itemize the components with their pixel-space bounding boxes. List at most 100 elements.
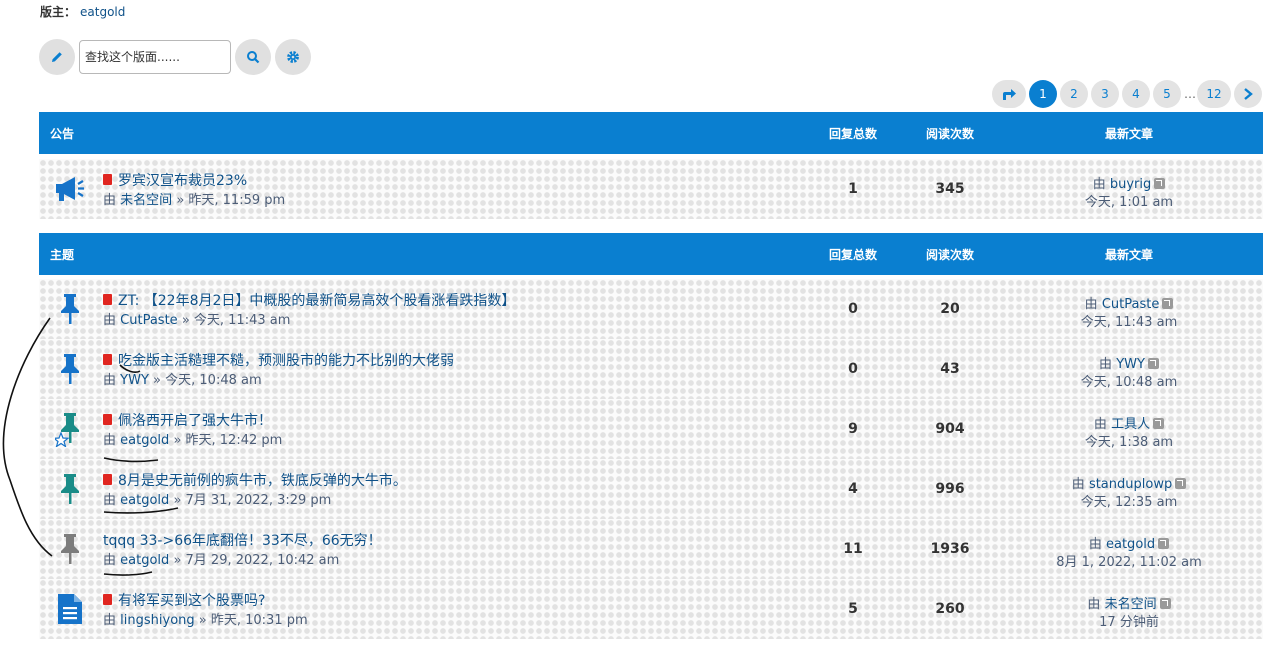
- topic-row[interactable]: 有将军买到这个股票吗? 由 lingshiyong » 昨天, 10:31 pm 5…: [39, 579, 1263, 639]
- page-3[interactable]: 3: [1091, 80, 1119, 108]
- col-replies-header: 回复总数: [828, 126, 877, 141]
- topic-row[interactable]: ZT: 【22年8月2日】中概股的最新简易高效个股看涨看跌指数】由 CutPas…: [39, 279, 1263, 339]
- last-post-time: 8月 1, 2022, 11:02 am: [1056, 555, 1202, 570]
- topic-row[interactable]: 佩洛西开启了强大牛市！由 eatgold » 昨天, 12:42 pm 9 904 由…: [39, 399, 1263, 459]
- by-label: 由: [1084, 297, 1098, 312]
- advanced-search-button[interactable]: [275, 39, 311, 75]
- topic-title-link[interactable]: 罗宾汉宣布裁员23%: [118, 170, 247, 190]
- by-label: 由: [1088, 537, 1102, 552]
- last-post: 由 eatgold 8月 1, 2022, 11:02 am: [1029, 536, 1229, 572]
- goto-last-post-icon[interactable]: [1175, 478, 1187, 489]
- chevron-right-icon: [1244, 88, 1253, 100]
- pdf-icon: [103, 354, 112, 365]
- last-post: 由 YWY 今天, 10:48 am: [1029, 356, 1229, 392]
- search-button[interactable]: [235, 39, 271, 75]
- announcements-section: 公告 回复总数 阅读次数 最新文章 罗宾汉宣布裁员23% 由 未名空间 » 昨天…: [39, 112, 1263, 219]
- search-icon: [247, 51, 260, 64]
- pdf-icon: [103, 594, 112, 605]
- topic-date: » 7月 29, 2022, 10:42 am: [173, 553, 340, 568]
- pdf-icon: [103, 174, 112, 185]
- replies-count: 0: [848, 301, 858, 317]
- page-12[interactable]: 12: [1197, 80, 1231, 108]
- goto-last-post-icon[interactable]: [1158, 538, 1170, 549]
- last-post-author-link[interactable]: eatgold: [1106, 537, 1155, 552]
- topic-author-link[interactable]: lingshiyong: [120, 613, 194, 628]
- goto-last-post-icon[interactable]: [1153, 418, 1165, 429]
- by-label: 由: [103, 313, 117, 328]
- last-post: 由 buyrig 今天, 1:01 am: [1029, 176, 1229, 212]
- topic-author-link[interactable]: eatgold: [120, 493, 169, 508]
- by-label: 由: [1071, 477, 1085, 492]
- replies-count: 9: [848, 421, 858, 437]
- pagination: 1 2 3 4 5 … 12: [992, 80, 1262, 108]
- replies-count: 0: [848, 361, 858, 377]
- topic-title-link[interactable]: ZT: 【22年8月2日】中概股的最新简易高效个股看涨看跌指数】: [118, 290, 515, 310]
- page-4[interactable]: 4: [1122, 80, 1150, 108]
- col-views-header: 阅读次数: [925, 126, 974, 141]
- last-post-time: 今天, 12:35 am: [1080, 495, 1178, 510]
- by-label: 由: [103, 193, 117, 208]
- topic-row[interactable]: 8月是史无前例的疯牛市，铁底反弹的大牛市。由 eatgold » 7月 31, …: [39, 459, 1263, 519]
- topic-date: » 今天, 10:48 am: [153, 373, 262, 388]
- topic-author-link[interactable]: eatgold: [120, 433, 169, 448]
- pin-blue-icon: [53, 351, 87, 387]
- search-input[interactable]: [79, 40, 231, 74]
- last-post: 由 standuplowp 今天, 12:35 am: [1029, 476, 1229, 512]
- by-label: 由: [103, 433, 117, 448]
- pin-teal-icon: [53, 471, 87, 507]
- views-count: 904: [935, 421, 965, 437]
- page-2[interactable]: 2: [1060, 80, 1088, 108]
- topic-author-link[interactable]: 未名空间: [120, 193, 172, 208]
- by-label: 由: [1092, 177, 1106, 192]
- goto-last-post-icon[interactable]: [1159, 598, 1171, 609]
- topic-title-link[interactable]: tqqq 33->66年底翻倍！33不尽，66无穷！: [103, 530, 382, 550]
- last-post-author-link[interactable]: 未名空间: [1105, 597, 1157, 612]
- col-views-header: 阅读次数: [925, 247, 974, 262]
- share-arrow-icon: [1003, 89, 1016, 100]
- goto-last-post-icon[interactable]: [1154, 178, 1166, 189]
- topic-row[interactable]: tqqq 33->66年底翻倍！33不尽，66无穷！ 由 eatgold » 7月…: [39, 519, 1263, 579]
- gear-icon: [287, 51, 299, 63]
- new-topic-button[interactable]: [39, 39, 75, 75]
- jump-to-page-button[interactable]: [992, 80, 1026, 108]
- last-post-author-link[interactable]: CutPaste: [1102, 297, 1160, 312]
- views-count: 43: [940, 361, 960, 377]
- moderator-link[interactable]: eatgold: [80, 5, 125, 19]
- replies-count: 4: [848, 481, 858, 497]
- views-count: 1936: [930, 541, 970, 557]
- topic-title-link[interactable]: 佩洛西开启了强大牛市！: [118, 410, 272, 430]
- topic-author-link[interactable]: CutPaste: [120, 313, 178, 328]
- last-post-author-link[interactable]: YWY: [1116, 357, 1145, 372]
- topic-title-link[interactable]: 8月是史无前例的疯牛市，铁底反弹的大牛市。: [118, 470, 407, 490]
- last-post-author-link[interactable]: buyrig: [1110, 177, 1151, 192]
- topic-author-link[interactable]: eatgold: [120, 553, 169, 568]
- goto-last-post-icon[interactable]: [1162, 298, 1174, 309]
- replies-count: 5: [848, 601, 858, 617]
- topic-author-link[interactable]: YWY: [120, 373, 149, 388]
- goto-last-post-icon[interactable]: [1147, 358, 1159, 369]
- last-post-author-link[interactable]: standuplowp: [1089, 477, 1172, 492]
- document-icon: [53, 591, 87, 627]
- replies-count: 1: [848, 181, 858, 197]
- announcements-header: 公告 回复总数 阅读次数 最新文章: [39, 112, 1263, 154]
- last-post-author-link[interactable]: 工具人: [1111, 417, 1150, 432]
- topic-date: » 7月 31, 2022, 3:29 pm: [173, 493, 332, 508]
- toolbar: [39, 39, 311, 75]
- last-post: 由 CutPaste 今天, 11:43 am: [1029, 296, 1229, 332]
- topic-row[interactable]: 吃金版主活糙理不糙，预测股市的能力不比别的大佬弱由 YWY » 今天, 10:4…: [39, 339, 1263, 399]
- by-label: 由: [103, 493, 117, 508]
- page-5[interactable]: 5: [1153, 80, 1181, 108]
- moderator-line: 版主： eatgold: [40, 3, 125, 20]
- last-post: 由 工具人 今天, 1:38 am: [1029, 416, 1229, 452]
- announcement-row[interactable]: 罗宾汉宣布裁员23% 由 未名空间 » 昨天, 11:59 pm 1 345 由…: [39, 159, 1263, 219]
- page-1[interactable]: 1: [1029, 80, 1057, 108]
- topics-title: 主题: [50, 247, 75, 262]
- last-post-time: 17 分钟前: [1099, 615, 1159, 630]
- col-last-post-header: 最新文章: [1104, 247, 1153, 262]
- topic-title-link[interactable]: 有将军买到这个股票吗?: [118, 590, 265, 610]
- topic-title-link[interactable]: 吃金版主活糙理不糙，预测股市的能力不比别的大佬弱: [118, 350, 454, 370]
- by-label: 由: [1087, 597, 1101, 612]
- last-post-time: 今天, 10:48 am: [1080, 375, 1178, 390]
- replies-count: 11: [843, 541, 863, 557]
- next-page-button[interactable]: [1234, 80, 1262, 108]
